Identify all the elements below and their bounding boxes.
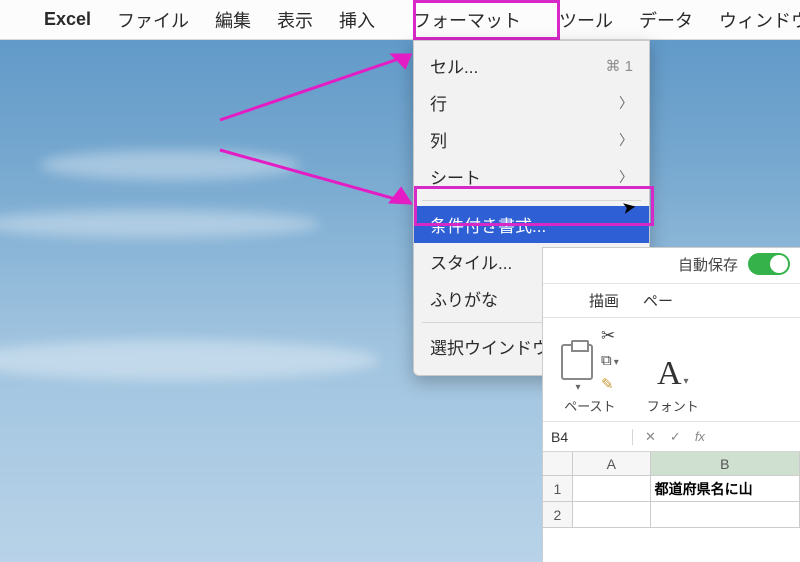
cell-A1[interactable] (573, 476, 651, 502)
font-icon[interactable]: A (657, 355, 682, 393)
menu-item-column[interactable]: 列 〉 (414, 121, 649, 158)
column-header-B[interactable]: B (651, 452, 800, 476)
select-all-corner[interactable] (543, 452, 573, 476)
excel-ribbon-tabs: 描画 ペー (543, 284, 800, 318)
toolbar-group-label: ペースト (564, 396, 615, 415)
row-header-1[interactable]: 1 (543, 476, 573, 502)
cut-icon[interactable]: ✂ (601, 326, 619, 346)
menubar-window[interactable]: ウィンドウ (719, 7, 800, 33)
toolbar-group-label: フォント (647, 396, 699, 415)
excel-ribbon-toolbar: ▾ ✂ ⧉▾ ✎ ペースト A ▾ フォント (543, 318, 800, 422)
cell-B1[interactable]: 都道府県名に山 (651, 476, 800, 502)
excel-window: 自動保存 描画 ペー ▾ ✂ ⧉▾ ✎ ペースト A ▾ (542, 247, 800, 562)
name-box[interactable]: B4 (543, 429, 633, 445)
menu-item-sheet[interactable]: シート 〉 (414, 158, 649, 195)
tab-page[interactable]: ペー (643, 290, 673, 311)
menu-item-conditional-formatting[interactable]: 条件付き書式... (414, 206, 649, 243)
excel-grid: A B 1 都道府県名に山 2 (543, 452, 800, 528)
annotation-arrow-1 (215, 45, 430, 125)
menu-item-label: セル... (430, 53, 478, 78)
excel-titlebar: 自動保存 (543, 248, 800, 284)
menubar-tools[interactable]: ツール (559, 7, 613, 33)
toolbar-group-font: A ▾ フォント (647, 355, 699, 415)
copy-icon[interactable]: ⧉▾ (601, 352, 619, 369)
annotation-arrow-2 (215, 138, 430, 218)
tab-draw[interactable]: 描画 (589, 290, 619, 311)
menu-separator (422, 200, 641, 201)
menu-item-cell[interactable]: セル... ⌘ 1 (414, 47, 649, 84)
menu-item-label: スタイル... (430, 249, 512, 274)
chevron-right-icon: 〉 (619, 93, 633, 113)
menu-item-shortcut: ⌘ 1 (605, 57, 633, 75)
chevron-right-icon: 〉 (619, 130, 633, 150)
excel-formula-bar: B4 ✕ ✓ fx (543, 422, 800, 452)
menu-item-label: 行 (430, 90, 447, 115)
menubar-app-name[interactable]: Excel (44, 9, 91, 30)
format-painter-icon[interactable]: ✎ (601, 375, 619, 393)
row-header-2[interactable]: 2 (543, 502, 573, 528)
fx-icon[interactable]: fx (695, 429, 705, 444)
menubar-file[interactable]: ファイル (117, 7, 189, 33)
cell-A2[interactable] (573, 502, 651, 528)
menu-item-label: 列 (430, 127, 447, 152)
column-header-A[interactable]: A (573, 452, 651, 476)
confirm-icon[interactable]: ✓ (670, 429, 681, 445)
clipboard-icon[interactable] (561, 344, 593, 380)
menu-item-label: 条件付き書式... (430, 212, 546, 237)
menu-item-row[interactable]: 行 〉 (414, 84, 649, 121)
autosave-label: 自動保存 (678, 254, 738, 275)
menu-item-label: ふりがな (430, 286, 498, 311)
menubar-view[interactable]: 表示 (277, 7, 313, 33)
menubar-edit[interactable]: 編集 (215, 7, 251, 33)
menubar-data[interactable]: データ (639, 7, 693, 33)
menu-item-label: シート (430, 164, 481, 189)
chevron-right-icon: 〉 (619, 167, 633, 187)
mac-menubar: Excel ファイル 編集 表示 挿入 フォーマット ツール データ ウィンドウ (0, 0, 800, 40)
cell-B2[interactable] (651, 502, 800, 528)
chevron-down-icon[interactable]: ▾ (684, 376, 689, 387)
cancel-icon[interactable]: ✕ (645, 429, 656, 445)
toolbar-group-clipboard: ▾ ✂ ⧉▾ ✎ ペースト (561, 326, 619, 415)
menubar-insert[interactable]: 挿入 (339, 7, 375, 33)
chevron-down-icon[interactable]: ▾ (575, 382, 580, 393)
autosave-toggle[interactable] (748, 253, 790, 275)
menubar-format[interactable]: フォーマット (401, 3, 533, 37)
